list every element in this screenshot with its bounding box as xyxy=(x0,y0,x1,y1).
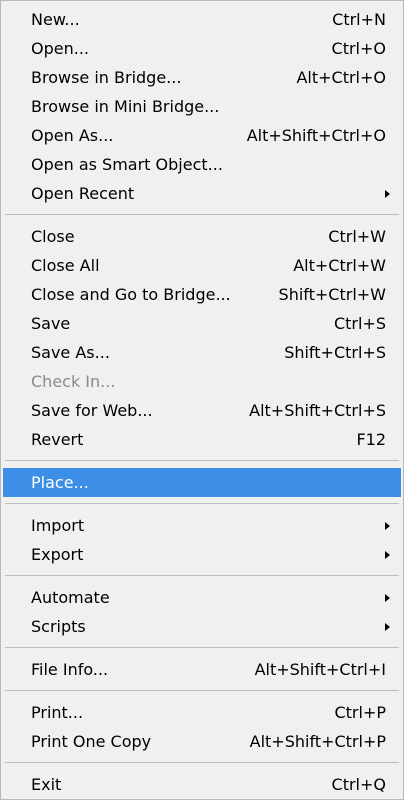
menu-item-label: Open As... xyxy=(31,126,114,145)
menu-item-save[interactable]: Save Ctrl+S xyxy=(1,309,403,338)
menu-item-label: Exit xyxy=(31,775,62,794)
menu-item-import[interactable]: Import xyxy=(1,511,403,540)
menu-item-shortcut: Alt+Shift+Ctrl+I xyxy=(254,660,386,679)
menu-item-export[interactable]: Export xyxy=(1,540,403,569)
menu-item-label: Open... xyxy=(31,39,89,58)
menu-item-exit[interactable]: Exit Ctrl+Q xyxy=(1,770,403,799)
menu-item-label: Save xyxy=(31,314,71,333)
menu-item-save-for-web[interactable]: Save for Web... Alt+Shift+Ctrl+S xyxy=(1,396,403,425)
menu-item-check-in: Check In... xyxy=(1,367,403,396)
menu-item-label: Close All xyxy=(31,256,100,275)
menu-item-open[interactable]: Open... Ctrl+O xyxy=(1,34,403,63)
menu-item-shortcut: Alt+Ctrl+O xyxy=(296,68,386,87)
menu-item-new[interactable]: New... Ctrl+N xyxy=(1,5,403,34)
menu-item-label: Browse in Mini Bridge... xyxy=(31,97,220,116)
submenu-arrow-icon xyxy=(385,551,390,559)
menu-item-label: Open Recent xyxy=(31,184,135,203)
menu-item-open-as[interactable]: Open As... Alt+Shift+Ctrl+O xyxy=(1,121,403,150)
menu-item-shortcut: F12 xyxy=(356,430,386,449)
menu-item-label: File Info... xyxy=(31,660,109,679)
menu-item-shortcut: Alt+Shift+Ctrl+P xyxy=(249,732,386,751)
menu-item-close-all[interactable]: Close All Alt+Ctrl+W xyxy=(1,251,403,280)
menu-item-print-one-copy[interactable]: Print One Copy Alt+Shift+Ctrl+P xyxy=(1,727,403,756)
menu-item-shortcut: Alt+Shift+Ctrl+O xyxy=(246,126,386,145)
menu-item-shortcut: Ctrl+O xyxy=(331,39,386,58)
menu-item-browse-in-bridge[interactable]: Browse in Bridge... Alt+Ctrl+O xyxy=(1,63,403,92)
submenu-arrow-icon xyxy=(385,623,390,631)
menu-item-file-info[interactable]: File Info... Alt+Shift+Ctrl+I xyxy=(1,655,403,684)
menu-item-label: New... xyxy=(31,10,80,29)
menu-item-place[interactable]: Place... xyxy=(3,468,401,497)
menu-item-shortcut: Shift+Ctrl+S xyxy=(284,343,386,362)
menu-item-label: Print One Copy xyxy=(31,732,152,751)
menu-item-label: Automate xyxy=(31,588,110,607)
menu-item-shortcut: Ctrl+W xyxy=(328,227,386,246)
menu-item-shortcut: Alt+Shift+Ctrl+S xyxy=(249,401,386,420)
menu-item-label: Revert xyxy=(31,430,84,449)
menu-item-shortcut: Ctrl+N xyxy=(332,10,386,29)
submenu-arrow-icon xyxy=(385,190,390,198)
menu-item-open-as-smart-object[interactable]: Open as Smart Object... xyxy=(1,150,403,179)
menu-item-label: Browse in Bridge... xyxy=(31,68,182,87)
menu-item-label: Place... xyxy=(31,473,89,492)
menu-item-print[interactable]: Print... Ctrl+P xyxy=(1,698,403,727)
menu-item-save-as[interactable]: Save As... Shift+Ctrl+S xyxy=(1,338,403,367)
menu-item-automate[interactable]: Automate xyxy=(1,583,403,612)
menu-item-shortcut: Ctrl+Q xyxy=(331,775,386,794)
menu-item-label: Print... xyxy=(31,703,84,722)
menu-item-shortcut: Ctrl+S xyxy=(333,314,386,333)
menu-item-label: Check In... xyxy=(31,372,116,391)
menu-item-label: Save for Web... xyxy=(31,401,153,420)
menu-item-label: Close and Go to Bridge... xyxy=(31,285,231,304)
menu-item-label: Open as Smart Object... xyxy=(31,155,223,174)
menu-item-label: Close xyxy=(31,227,75,246)
menu-item-label: Import xyxy=(31,516,85,535)
menu-item-browse-in-mini-bridge[interactable]: Browse in Mini Bridge... xyxy=(1,92,403,121)
menu-item-label: Scripts xyxy=(31,617,86,636)
submenu-arrow-icon xyxy=(385,522,390,530)
submenu-arrow-icon xyxy=(385,594,390,602)
menu-separator xyxy=(1,684,403,698)
menu-separator xyxy=(1,454,403,468)
menu-separator xyxy=(1,497,403,511)
menu-item-label: Export xyxy=(31,545,84,564)
menu-item-label: Save As... xyxy=(31,343,110,362)
menu-separator xyxy=(1,569,403,583)
menu-item-close-and-go-to-bridge[interactable]: Close and Go to Bridge... Shift+Ctrl+W xyxy=(1,280,403,309)
file-menu: New... Ctrl+N Open... Ctrl+O Browse in Bridg… xyxy=(0,0,404,800)
menu-item-open-recent[interactable]: Open Recent xyxy=(1,179,403,208)
menu-item-shortcut: Alt+Ctrl+W xyxy=(293,256,386,275)
menu-item-revert[interactable]: Revert F12 xyxy=(1,425,403,454)
menu-separator xyxy=(1,641,403,655)
menu-item-scripts[interactable]: Scripts xyxy=(1,612,403,641)
menu-item-shortcut: Ctrl+P xyxy=(334,703,386,722)
menu-separator xyxy=(1,756,403,770)
menu-item-close[interactable]: Close Ctrl+W xyxy=(1,222,403,251)
menu-separator xyxy=(1,208,403,222)
menu-item-shortcut: Shift+Ctrl+W xyxy=(278,285,386,304)
